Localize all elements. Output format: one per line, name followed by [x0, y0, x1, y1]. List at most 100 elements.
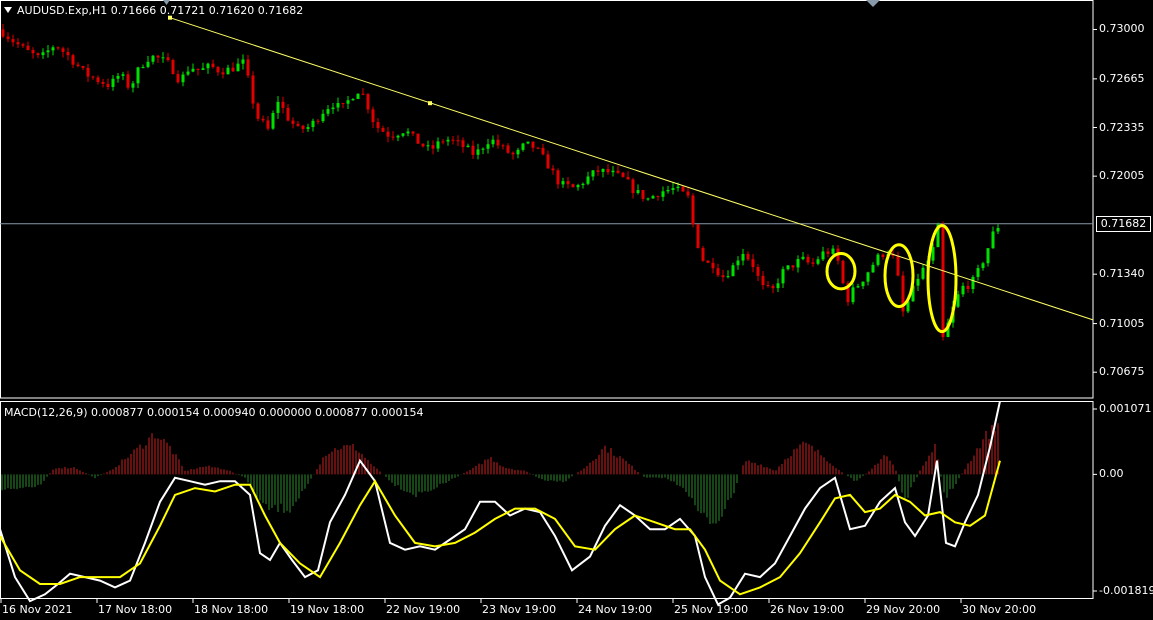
- candle-body: [76, 64, 80, 67]
- candle-body: [296, 123, 300, 126]
- candle-body: [86, 67, 90, 77]
- y-tick-label: 0.70675: [1099, 365, 1145, 379]
- candle-body: [16, 42, 20, 45]
- candle-body: [731, 265, 735, 277]
- macd-name: MACD(12,26,9): [4, 406, 88, 419]
- candle-body: [146, 61, 150, 67]
- candle-body: [761, 275, 765, 286]
- candle-body: [311, 120, 315, 128]
- candle-body: [356, 93, 360, 99]
- macd-value: 0.000877: [91, 406, 144, 419]
- candle-body: [176, 74, 180, 83]
- macd-value: 0.000000: [259, 406, 312, 419]
- candle-body: [331, 107, 335, 110]
- candle-body: [291, 120, 295, 124]
- x-tick-label: 18 Nov 18:00: [194, 603, 269, 616]
- open-value: 0.71666: [110, 4, 157, 17]
- candle-body: [696, 224, 700, 249]
- candle-body: [976, 268, 980, 277]
- candle-body: [986, 248, 990, 264]
- candle-body: [646, 198, 650, 200]
- candle-body: [631, 179, 635, 194]
- candle-body: [266, 120, 270, 129]
- candle-body: [136, 67, 140, 84]
- candle-body: [956, 294, 960, 307]
- candle-body: [571, 184, 575, 188]
- candle-body: [346, 100, 350, 104]
- candle-body: [141, 66, 145, 68]
- candle-body: [161, 57, 165, 59]
- x-tick-label: 23 Nov 19:00: [482, 603, 557, 616]
- candle-body: [526, 141, 530, 144]
- candle-body: [881, 254, 885, 258]
- candle-body: [366, 94, 370, 110]
- candle-body: [396, 135, 400, 138]
- candle-body: [401, 133, 405, 136]
- candle-body: [746, 253, 750, 260]
- candle-body: [251, 75, 255, 104]
- candle-body: [66, 51, 70, 56]
- candle-body: [641, 190, 645, 199]
- chart-menu-arrow-icon[interactable]: [4, 7, 12, 13]
- candle-body: [61, 48, 65, 52]
- candle-body: [46, 50, 50, 53]
- candle-body: [826, 251, 830, 254]
- candle-body: [126, 74, 130, 88]
- candle-body: [981, 263, 985, 269]
- candle-body: [481, 148, 485, 150]
- candle-body: [201, 68, 205, 70]
- candle-body: [831, 248, 835, 254]
- candle-body: [471, 145, 475, 155]
- candle-body: [26, 45, 30, 51]
- highlight-ellipse: [883, 243, 915, 309]
- candle-body: [151, 55, 155, 62]
- candle-body: [21, 44, 25, 46]
- candle-body: [511, 152, 515, 155]
- low-value: 0.71620: [208, 4, 255, 17]
- candle-body: [676, 186, 680, 189]
- candle-body: [721, 275, 725, 278]
- x-tick-label: 26 Nov 19:00: [770, 603, 845, 616]
- candle-body: [486, 144, 490, 149]
- candle-body: [876, 254, 880, 265]
- x-tick-label: 30 Nov 20:00: [962, 603, 1037, 616]
- candle-body: [961, 285, 965, 295]
- candle-body: [766, 285, 770, 287]
- candle-body: [261, 118, 265, 121]
- candle-body: [156, 55, 160, 58]
- candle-body: [636, 190, 640, 194]
- candle-body: [586, 176, 590, 184]
- candle-body: [536, 147, 540, 149]
- candle-body: [736, 260, 740, 266]
- candle-body: [306, 127, 310, 129]
- candle-body: [446, 139, 450, 142]
- y-tick-label: 0.71340: [1099, 267, 1145, 281]
- candle-body: [131, 83, 135, 88]
- candle-body: [756, 267, 760, 276]
- candle-body: [116, 75, 120, 79]
- candle-body: [361, 93, 365, 95]
- candle-body: [276, 101, 280, 113]
- x-tick-label: 25 Nov 19:00: [674, 603, 749, 616]
- candle-body: [236, 63, 240, 72]
- candle-body: [866, 272, 870, 282]
- candle-body: [51, 47, 55, 51]
- candle-body: [326, 109, 330, 114]
- candle-body: [726, 276, 730, 278]
- macd-value: 0.000154: [147, 406, 200, 419]
- candle-body: [576, 185, 580, 188]
- candle-body: [581, 183, 585, 186]
- candle-body: [381, 128, 385, 132]
- candle-body: [321, 113, 325, 122]
- macd-line: [0, 400, 1001, 606]
- candle-body: [821, 251, 825, 260]
- candle-body: [1, 29, 5, 37]
- candle-body: [181, 74, 185, 83]
- candle-body: [121, 74, 125, 76]
- macd-value: 0.000940: [203, 406, 256, 419]
- candle-body: [301, 125, 305, 129]
- candle-body: [241, 59, 245, 64]
- candle-body: [996, 227, 1000, 232]
- candle-body: [196, 68, 200, 70]
- y-tick-label: 0.72005: [1099, 169, 1145, 183]
